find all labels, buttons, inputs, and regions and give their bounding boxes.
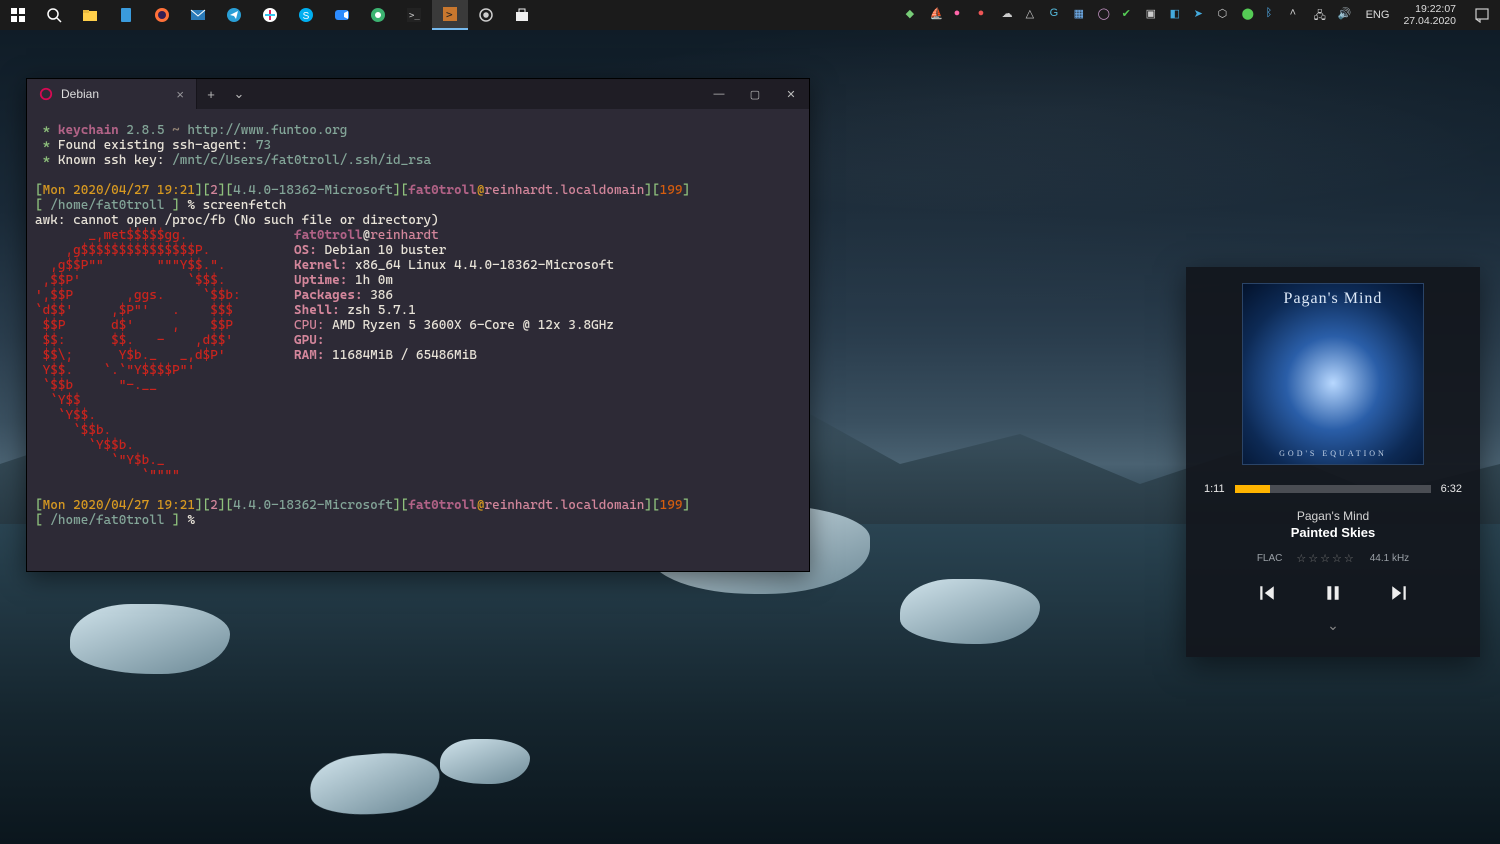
- terminal-tab[interactable]: Debian ×: [27, 79, 197, 109]
- tray-icon-9[interactable]: ◯: [1096, 0, 1116, 30]
- clock-time: 19:22:07: [1403, 3, 1456, 15]
- maximize-button[interactable]: ▢: [737, 79, 773, 109]
- file-explorer-button[interactable]: [72, 0, 108, 30]
- volume-icon[interactable]: 🔊: [1336, 0, 1356, 30]
- tray-icon-8[interactable]: ▦: [1072, 0, 1092, 30]
- terminal-tab-label: Debian: [61, 87, 99, 101]
- tray-icon-5[interactable]: ☁: [1000, 0, 1020, 30]
- tray-icon-14[interactable]: ⬡: [1216, 0, 1236, 30]
- tray-icon-12[interactable]: ◧: [1168, 0, 1188, 30]
- telegram-button[interactable]: [216, 0, 252, 30]
- terminal-button[interactable]: >: [432, 0, 468, 30]
- elapsed-time: 1:11: [1204, 483, 1225, 495]
- slack-button[interactable]: [252, 0, 288, 30]
- tab-close-icon[interactable]: ×: [176, 87, 184, 102]
- network-icon[interactable]: 🖧: [1312, 0, 1332, 30]
- system-tray: ◆ ⛵ ● ● ☁ △ G ▦ ◯ ✔ ▣ ◧ ➤ ⬡ ⬤ ᛒ ˄ 🖧 🔊: [904, 0, 1360, 30]
- firefox-button[interactable]: [144, 0, 180, 30]
- podcast-button[interactable]: [468, 0, 504, 30]
- tray-icon-10[interactable]: ✔: [1120, 0, 1140, 30]
- seek-fill: [1235, 485, 1270, 493]
- audio-format: FLAC: [1257, 553, 1283, 564]
- debian-icon: [39, 87, 53, 101]
- tray-chevron-icon[interactable]: ˄: [1288, 0, 1308, 30]
- start-button[interactable]: [0, 0, 36, 30]
- music-player-widget: Pagan's Mind GOD'S EQUATION 1:11 6:32 Pa…: [1186, 267, 1480, 657]
- terminal-titlebar[interactable]: Debian × + ⌄ — ▢ ✕: [27, 79, 809, 109]
- svg-text:>_: >_: [409, 11, 420, 21]
- cmd-button[interactable]: >_: [396, 0, 432, 30]
- tray-icon-6[interactable]: △: [1024, 0, 1044, 30]
- store-button[interactable]: [504, 0, 540, 30]
- tray-icon-2[interactable]: ⛵: [928, 0, 948, 30]
- zoom-button[interactable]: [324, 0, 360, 30]
- album-band-text: Pagan's Mind: [1243, 290, 1423, 308]
- track-artist: Pagan's Mind: [1297, 509, 1369, 523]
- track-title: Painted Skies: [1291, 525, 1376, 540]
- seek-bar[interactable]: [1235, 485, 1431, 493]
- terminal-window: Debian × + ⌄ — ▢ ✕ * keychain 2.8.5 ~ ht…: [26, 78, 810, 572]
- tray-icon-11[interactable]: ▣: [1144, 0, 1164, 30]
- sample-rate: 44.1 kHz: [1370, 553, 1409, 564]
- taskbar: S >_ > ◆ ⛵ ● ● ☁ △ G ▦ ◯ ✔ ▣ ◧ ➤: [0, 0, 1500, 30]
- next-track-button[interactable]: [1389, 583, 1409, 603]
- tray-icon-13[interactable]: ➤: [1192, 0, 1212, 30]
- svg-text:>: >: [446, 8, 453, 21]
- new-tab-button[interactable]: +: [197, 79, 225, 109]
- language-indicator[interactable]: ENG: [1360, 9, 1396, 21]
- search-button[interactable]: [36, 0, 72, 30]
- mail-button[interactable]: [180, 0, 216, 30]
- prev-track-button[interactable]: [1257, 583, 1277, 603]
- tab-dropdown-button[interactable]: ⌄: [225, 79, 253, 109]
- terminal-output[interactable]: * keychain 2.8.5 ~ http://www.funtoo.org…: [27, 109, 809, 571]
- taskbar-clock[interactable]: 19:22:07 27.04.2020: [1395, 3, 1464, 27]
- rating-stars[interactable]: ☆☆☆☆☆: [1296, 552, 1355, 565]
- total-time: 6:32: [1441, 483, 1462, 495]
- album-art[interactable]: Pagan's Mind GOD'S EQUATION: [1242, 283, 1424, 465]
- tray-icon-1[interactable]: ◆: [904, 0, 924, 30]
- album-subtitle-text: GOD'S EQUATION: [1243, 449, 1423, 458]
- skype-button[interactable]: S: [288, 0, 324, 30]
- minimize-button[interactable]: —: [701, 79, 737, 109]
- tray-icon-4[interactable]: ●: [976, 0, 996, 30]
- bluetooth-icon[interactable]: ᛒ: [1264, 0, 1284, 30]
- play-pause-button[interactable]: [1323, 583, 1343, 603]
- clock-date: 27.04.2020: [1403, 15, 1456, 27]
- svg-text:S: S: [303, 11, 310, 22]
- tray-icon-3[interactable]: ●: [952, 0, 972, 30]
- tray-icon-15[interactable]: ⬤: [1240, 0, 1260, 30]
- taskbar-app-1[interactable]: [108, 0, 144, 30]
- notifications-button[interactable]: [1464, 0, 1500, 30]
- expand-chevron-icon[interactable]: ⌄: [1327, 617, 1339, 634]
- browser-button[interactable]: [360, 0, 396, 30]
- tray-icon-7[interactable]: G: [1048, 0, 1068, 30]
- close-button[interactable]: ✕: [773, 79, 809, 109]
